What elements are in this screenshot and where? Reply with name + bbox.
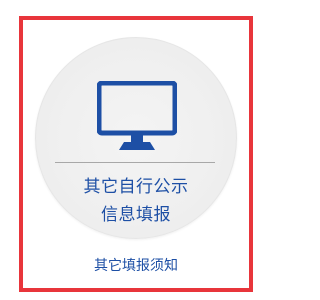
divider [55,162,215,163]
card-title-line1: 其它自行公示 [83,177,189,197]
card-title-line2: 信息填报 [101,205,171,225]
report-circle-button[interactable]: 其它自行公示 信息填报 [35,37,237,239]
report-card[interactable]: 其它自行公示 信息填报 其它填报须知 [19,16,253,292]
monitor-icon [97,81,177,150]
notice-link[interactable]: 其它填报须知 [23,257,249,275]
